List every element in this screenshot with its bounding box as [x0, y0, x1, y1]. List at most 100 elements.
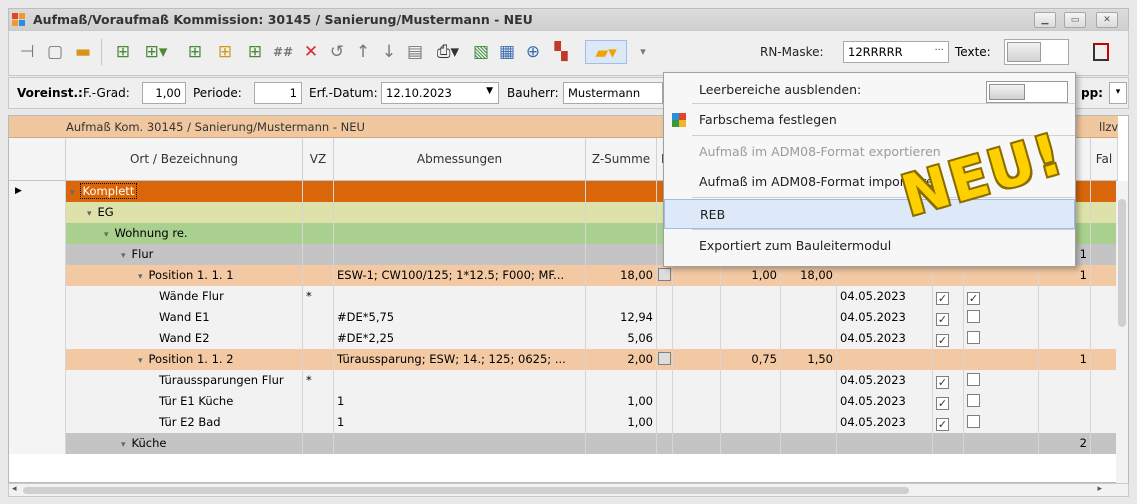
move-down-icon[interactable]: ↓ [379, 40, 399, 64]
flag-checkbox[interactable] [658, 352, 671, 365]
menu-item[interactable]: Leerbereiche ausblenden: [664, 75, 1075, 105]
column-header[interactable]: Z-Summe [586, 138, 657, 181]
checkbox[interactable]: ✓ [936, 313, 949, 326]
check-cell: ✓ [933, 391, 964, 412]
horizontal-scroll-thumb[interactable] [23, 487, 909, 494]
vz-cell [303, 181, 334, 202]
bauherr-input[interactable]: Mustermann [563, 82, 663, 104]
external-export-icon[interactable] [1093, 43, 1109, 61]
column-header[interactable]: Fal [1091, 138, 1118, 181]
expand-icon[interactable]: ▾ [104, 230, 109, 240]
date-cell: 04.05.2023 [837, 307, 933, 328]
periode-input[interactable]: 1 [254, 82, 302, 104]
move-up-icon[interactable]: ↑ [353, 40, 373, 64]
extra-cell [673, 328, 721, 349]
ruler-icon[interactable]: ▬ [73, 40, 93, 64]
add-row-down-icon[interactable]: ⊞▾ [141, 40, 171, 64]
expand-icon[interactable]: ▾ [138, 272, 143, 282]
delete-icon[interactable]: ✕ [301, 40, 321, 64]
add-sub-icon[interactable]: ⊞ [185, 40, 205, 64]
table-row[interactable]: Tür E2 Bad 1 1,00 04.05.2023 ✓ [9, 412, 1118, 433]
checkbox[interactable] [967, 310, 980, 323]
vertical-scroll-thumb[interactable] [1118, 199, 1126, 327]
abmessungen-cell [334, 202, 586, 223]
menu-item-label: Leerbereiche ausblenden: [699, 82, 862, 97]
chevron-down-icon[interactable]: ▾ [633, 40, 653, 64]
menu-item[interactable]: Farbschema festlegen [664, 105, 1075, 135]
add-row-icon[interactable]: ⊞ [113, 40, 133, 64]
add-color-icon[interactable]: ⊞ [215, 40, 235, 64]
checkbox[interactable] [967, 394, 980, 407]
erfdatum-input[interactable]: 12.10.2023 ▼ [381, 82, 499, 104]
rn-mask-label: RN-Maske: [760, 45, 824, 59]
flag-cell [657, 433, 673, 454]
column-header[interactable]: Abmessungen [334, 138, 586, 181]
close-button[interactable]: ✕ [1096, 12, 1118, 28]
checkbox[interactable]: ✓ [936, 397, 949, 410]
vertical-scrollbar[interactable] [1116, 181, 1128, 484]
table-row[interactable]: Wand E2 #DE*2,25 5,06 04.05.2023 ✓ [9, 328, 1118, 349]
rn-mask-field[interactable]: 12RRRRR ··· [843, 41, 949, 63]
window-icon[interactable]: ▢ [45, 40, 65, 64]
checkbox[interactable]: ✓ [967, 292, 980, 305]
row-label: ▾ Wohnung re. [66, 223, 303, 244]
column-header[interactable]: Ort / Bezeichnung [66, 138, 303, 181]
table-row[interactable]: Wände Flur * 04.05.2023 ✓ ✓ [9, 286, 1118, 307]
vz-cell [303, 223, 334, 244]
rn-mask-more-button[interactable]: ··· [934, 45, 944, 56]
column-header[interactable]: VZ [303, 138, 334, 181]
flag-checkbox[interactable] [658, 268, 671, 281]
zsumme-cell: 12,94 [586, 307, 657, 328]
checkbox[interactable] [967, 331, 980, 344]
export-dropdown-button[interactable]: ▰▾ [585, 40, 627, 64]
table-row[interactable]: Türaussparungen Flur * 04.05.2023 ✓ [9, 370, 1118, 391]
checkbox[interactable]: ✓ [936, 418, 949, 431]
table-edit-icon[interactable]: ▦ [497, 40, 517, 64]
checkbox[interactable]: ✓ [936, 292, 949, 305]
horizontal-scrollbar[interactable]: ◂ ▸ [8, 483, 1129, 497]
hash-icon[interactable]: ## [273, 40, 293, 64]
checkbox[interactable] [967, 373, 980, 386]
vz-cell [303, 391, 334, 412]
quantity-cell: 0,75 [721, 349, 781, 370]
minimize-button[interactable]: ▁ [1034, 12, 1056, 28]
print-icon[interactable]: ⎙▾ [433, 40, 463, 64]
table-row[interactable]: Wand E1 #DE*5,75 12,94 04.05.2023 ✓ [9, 307, 1118, 328]
table-row[interactable]: ▾ Position 1. 1. 1 ESW-1; CW100/125; 1*12.… [9, 265, 1118, 286]
row-label-text: Wand E2 [159, 331, 210, 345]
scroll-right-icon[interactable]: ▸ [1097, 484, 1102, 494]
row-label: Wände Flur [66, 286, 303, 307]
menu-separator [692, 103, 1075, 104]
checkbox[interactable]: ✓ [936, 376, 949, 389]
scroll-left-icon[interactable]: ◂ [12, 484, 17, 494]
chevron-down-icon[interactable]: ▾ [1109, 82, 1127, 104]
zoom-icon[interactable]: ⊕ [523, 40, 543, 64]
checkbox[interactable] [967, 415, 980, 428]
pin-icon[interactable]: ⊣ [17, 40, 37, 64]
expand-icon[interactable]: ▾ [121, 251, 126, 261]
menu-item[interactable]: Exportiert zum Bauleitermodul [664, 231, 1075, 261]
fgrad-input[interactable]: 1,00 [142, 82, 186, 104]
expand-icon[interactable]: ▾ [138, 356, 143, 366]
expand-icon[interactable]: ▾ [87, 209, 92, 219]
checkbox[interactable]: ✓ [936, 334, 949, 347]
table-row[interactable]: ▾ Position 1. 1. 2 Türaussparung; ESW; 14.… [9, 349, 1118, 370]
end-cell [1039, 286, 1091, 307]
table-row[interactable]: Tür E1 Küche 1 1,00 04.05.2023 ✓ [9, 391, 1118, 412]
row-label: ▾ Position 1. 1. 1 [66, 265, 303, 286]
save-icon[interactable]: ▤ [405, 40, 425, 64]
expand-icon[interactable]: ▾ [70, 188, 75, 198]
expand-icon[interactable]: ▾ [121, 440, 126, 450]
flag-cell [657, 349, 673, 370]
add-sub-row-icon[interactable]: ⊞ [245, 40, 265, 64]
table-row[interactable]: ▾ Küche 2 [9, 433, 1118, 454]
preview-icon[interactable]: ▧ [471, 40, 491, 64]
undo-icon[interactable]: ↺ [327, 40, 347, 64]
maximize-button[interactable]: ▭ [1064, 12, 1086, 28]
color-scheme-icon[interactable]: ▚ [551, 40, 571, 64]
check-cell [964, 412, 1039, 433]
texte-toggle[interactable] [1004, 39, 1069, 65]
menu-item[interactable]: REB [664, 199, 1075, 229]
leerbereiche-toggle[interactable] [986, 81, 1068, 103]
check-cell: ✓ [933, 328, 964, 349]
